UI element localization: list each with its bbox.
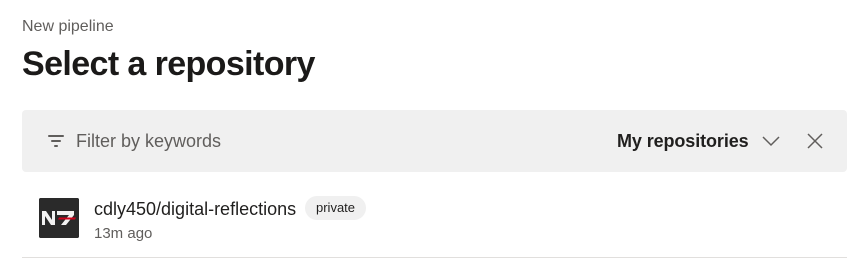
page-title: Select a repository — [22, 45, 315, 83]
chevron-down-icon — [762, 136, 780, 147]
repository-scope-dropdown[interactable]: My repositories — [617, 128, 780, 154]
visibility-badge: private — [305, 196, 367, 220]
repository-scope-label: My repositories — [617, 130, 749, 151]
repository-name[interactable]: cdly450/digital-reflections — [94, 198, 296, 220]
filter-keywords-input[interactable] — [76, 128, 376, 154]
filter-icon — [48, 134, 64, 148]
repository-list-item[interactable]: cdly450/digital-reflections private 13m … — [22, 180, 847, 258]
repository-updated-time: 13m ago — [94, 225, 153, 242]
page-eyebrow: New pipeline — [22, 18, 114, 35]
select-repository-page: New pipeline Select a repository My repo… — [0, 0, 853, 268]
filter-bar: My repositories — [22, 110, 847, 172]
n7-logo-avatar — [39, 198, 79, 238]
close-icon[interactable] — [805, 131, 825, 151]
